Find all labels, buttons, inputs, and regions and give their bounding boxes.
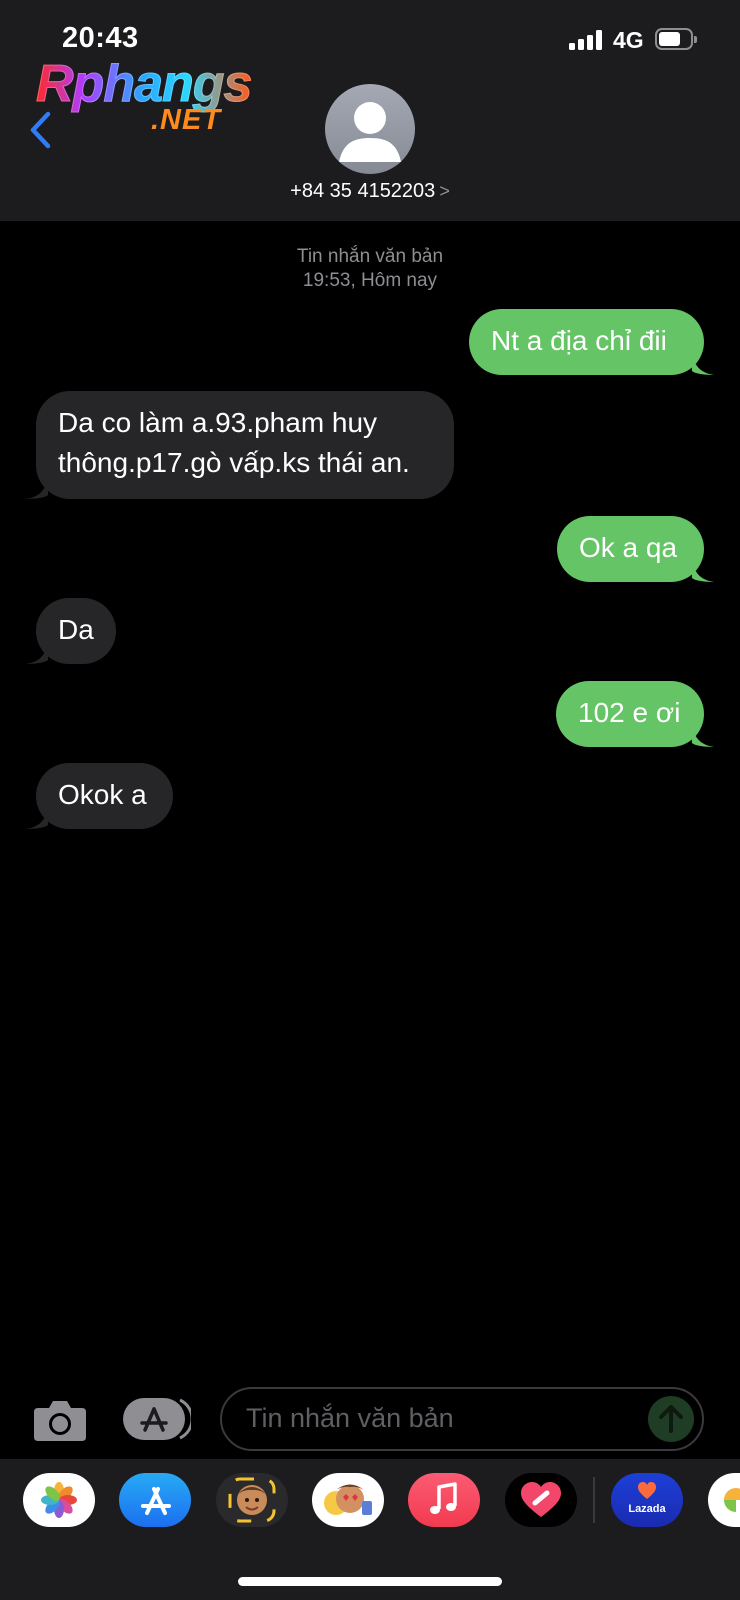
send-button[interactable] <box>648 1396 694 1442</box>
digital-touch-app-button[interactable] <box>505 1473 577 1527</box>
network-type: 4G <box>613 27 644 53</box>
lazada-icon <box>638 1482 656 1499</box>
received-message-bubble[interactable]: Da <box>26 598 116 664</box>
bubble-tail <box>26 642 48 664</box>
app-store-icon <box>141 1487 171 1515</box>
conversation-meta: Tin nhắn văn bản 19:53, Hôm nay <box>0 245 740 293</box>
arrow-up-icon <box>659 1405 683 1433</box>
message-input[interactable]: Tin nhắn văn bản <box>220 1387 704 1451</box>
lazada-app-button[interactable]: Lazada <box>611 1473 683 1527</box>
battery-icon <box>655 28 697 50</box>
bubble-tail <box>692 353 714 375</box>
message-text: Da <box>58 614 94 645</box>
conversation-header: 20:43 4G Rphangs .NET +84 35 4152203 > <box>0 0 740 221</box>
received-message-bubble[interactable]: Da co làm a.93.pham huy thông.p17.gò vấp… <box>26 391 454 499</box>
photos-app-button[interactable] <box>23 1473 95 1527</box>
chevron-left-icon <box>30 111 51 149</box>
app-store-icon <box>123 1398 194 1440</box>
battery-level <box>659 32 680 46</box>
music-app-button[interactable] <box>408 1473 480 1527</box>
memoji-app-button[interactable] <box>216 1473 288 1527</box>
music-icon <box>430 1482 457 1514</box>
camera-button[interactable] <box>32 1398 88 1442</box>
watermark-sub: .NET <box>151 104 222 136</box>
home-indicator[interactable] <box>238 1577 502 1586</box>
drawer-divider <box>593 1477 595 1523</box>
lazada-label: Lazada <box>628 1503 666 1515</box>
app-store-app-button[interactable] <box>119 1473 191 1527</box>
message-text: Ok a qa <box>579 532 678 563</box>
sent-message-bubble[interactable]: Nt a địa chỉ đii <box>469 309 714 375</box>
contact-avatar[interactable] <box>325 84 415 174</box>
message-text: Nt a địa chỉ đii <box>491 325 667 356</box>
animoji-stickers-icon <box>324 1484 372 1515</box>
app-store-button[interactable] <box>123 1397 194 1441</box>
message-text-line: Da co làm a.93.pham huy <box>58 407 378 438</box>
received-message-bubble[interactable]: Okok a <box>26 763 173 829</box>
sent-message-bubble[interactable]: 102 e ơi <box>556 681 714 747</box>
animoji-stickers-app-button[interactable] <box>312 1473 384 1527</box>
contact-number: +84 35 4152203 <box>290 180 436 202</box>
status-time: 20:43 <box>62 22 139 54</box>
bubble-tail <box>26 477 48 499</box>
chevron-right-icon: > <box>439 181 450 201</box>
photos-icon <box>41 1482 77 1518</box>
bubble-tail <box>692 560 714 582</box>
service-label: Tin nhắn văn bản <box>296 246 444 267</box>
camera-icon <box>34 1401 86 1441</box>
message-text: Okok a <box>58 779 147 810</box>
bubble-tail <box>692 725 714 747</box>
person-silhouette-icon <box>339 102 401 162</box>
bubble-tail <box>26 807 48 829</box>
more-app-button[interactable] <box>708 1473 740 1527</box>
sent-message-bubble[interactable]: Ok a qa <box>557 516 714 582</box>
message-timestamp: 19:53, Hôm nay <box>302 270 438 291</box>
watermark-logo: Rphangs .NET <box>35 54 266 146</box>
message-text-line: thông.p17.gò vấp.ks thái an. <box>58 447 410 478</box>
message-input-placeholder: Tin nhắn văn bản <box>246 1403 454 1433</box>
cellular-signal-icon <box>569 30 603 50</box>
message-text: 102 e ơi <box>578 697 681 728</box>
digital-touch-icon <box>521 1482 561 1517</box>
partial-app-icon <box>724 1488 740 1512</box>
back-button[interactable] <box>24 108 60 152</box>
memoji-icon <box>228 1477 276 1523</box>
contact-name-button[interactable]: +84 35 4152203 > <box>0 180 740 203</box>
